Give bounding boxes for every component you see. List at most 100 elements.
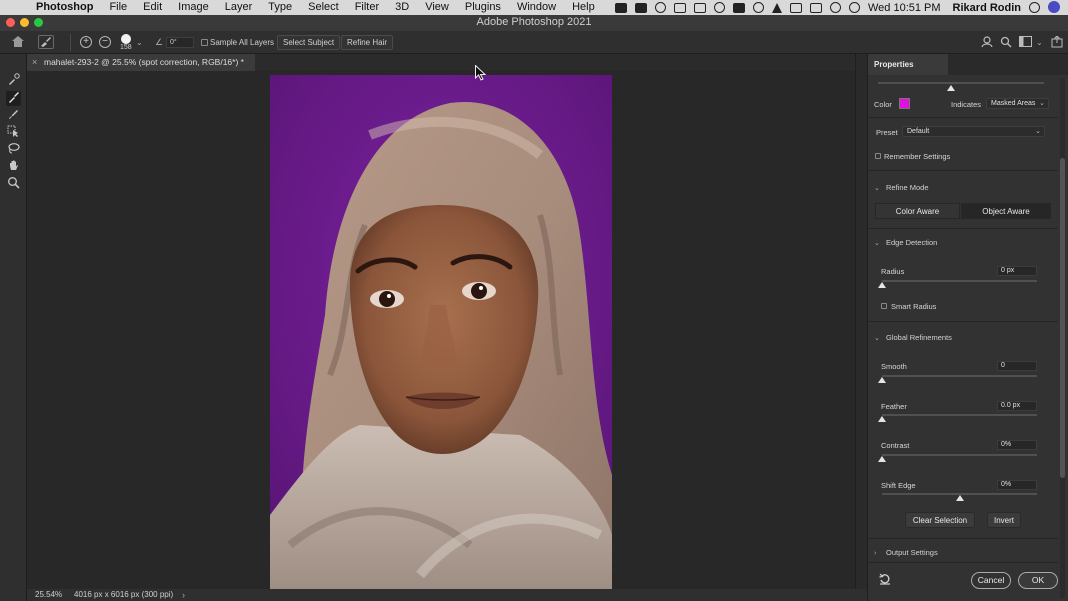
shift-edge-slider-knob[interactable]	[955, 495, 964, 501]
workspace-chevron-icon[interactable]: ⌄	[1036, 38, 1043, 47]
contrast-field[interactable]: 0%	[997, 440, 1037, 450]
refine-mode-header[interactable]: ⌄ Refine Mode	[874, 183, 929, 192]
menu-file[interactable]: File	[101, 0, 135, 15]
preset-dropdown[interactable]: Default ⌄	[902, 126, 1045, 137]
color-aware-button[interactable]: Color Aware	[875, 203, 960, 219]
smooth-slider-knob[interactable]	[878, 377, 886, 383]
screenshot-icon[interactable]	[673, 2, 686, 13]
menu-app-name[interactable]: Photoshop	[28, 0, 101, 15]
zoom-level[interactable]: 25.54%	[35, 589, 62, 601]
audio-icon[interactable]	[752, 2, 764, 13]
share-icon[interactable]	[981, 36, 993, 51]
indicates-dropdown[interactable]: Masked Areas ⌄	[986, 98, 1049, 109]
invert-button[interactable]: Invert	[987, 512, 1021, 528]
feather-field[interactable]: 0.0 px	[997, 401, 1037, 411]
properties-panel: Properties Color Indicates Masked Areas …	[867, 54, 1068, 601]
sync-icon[interactable]	[713, 2, 725, 13]
cancel-button[interactable]: Cancel	[971, 572, 1011, 589]
opacity-slider-knob[interactable]	[947, 85, 956, 91]
menu-plugins[interactable]: Plugins	[457, 0, 509, 15]
home-icon[interactable]	[12, 36, 24, 47]
smart-radius-checkbox[interactable]	[881, 303, 887, 309]
bookmark-icon[interactable]	[732, 2, 745, 13]
workspace-icon[interactable]	[1019, 36, 1032, 50]
menu-select[interactable]: Select	[300, 0, 347, 15]
radius-field[interactable]: 0 px	[997, 266, 1037, 276]
refine-hair-button[interactable]: Refine Hair	[341, 35, 394, 50]
edge-detection-header[interactable]: ⌄ Edge Detection	[874, 238, 937, 247]
radius-slider-knob[interactable]	[878, 282, 886, 288]
battery-icon[interactable]	[809, 2, 822, 13]
bluetooth-icon[interactable]	[789, 2, 802, 13]
object-aware-button[interactable]: Object Aware	[961, 203, 1051, 219]
creative-cloud-icon[interactable]	[654, 2, 666, 13]
canvas-area[interactable]	[27, 71, 855, 589]
clear-selection-button[interactable]: Clear Selection	[905, 512, 975, 528]
select-subject-button[interactable]: Select Subject	[277, 35, 341, 50]
sample-all-layers-label[interactable]: Sample All Layers	[210, 38, 274, 47]
remember-settings-label[interactable]: Remember Settings	[884, 152, 950, 161]
menu-edit[interactable]: Edit	[135, 0, 170, 15]
menubar-clock[interactable]: Wed 10:51 PM	[868, 2, 941, 14]
time-machine-icon[interactable]	[829, 2, 841, 13]
share-document-icon[interactable]	[1051, 35, 1063, 51]
menubar-user[interactable]: Rikard Rodin	[953, 2, 1021, 14]
volume-icon[interactable]	[771, 2, 782, 13]
display-icon[interactable]	[693, 2, 706, 13]
smart-radius-label[interactable]: Smart Radius	[891, 302, 936, 311]
siri-icon[interactable]	[1048, 1, 1060, 13]
search-icon[interactable]	[1000, 36, 1012, 51]
output-settings-header[interactable]: › Output Settings	[874, 548, 938, 557]
panel-scroll-thumb[interactable]	[1060, 158, 1065, 478]
wifi-icon[interactable]	[848, 2, 860, 13]
canvas-vertical-scrollbar[interactable]	[855, 54, 867, 589]
angle-field[interactable]: 0°	[166, 37, 194, 48]
feather-slider-knob[interactable]	[878, 416, 886, 422]
menu-3d[interactable]: 3D	[387, 0, 417, 15]
subtract-from-selection-icon[interactable]: −	[99, 36, 111, 48]
contrast-slider-track[interactable]	[882, 454, 1037, 456]
menu-help[interactable]: Help	[564, 0, 603, 15]
hand-tool-icon[interactable]	[6, 159, 21, 174]
menu-view[interactable]: View	[417, 0, 457, 15]
ok-button[interactable]: OK	[1018, 572, 1058, 589]
output-settings-title: Output Settings	[886, 548, 938, 557]
quick-selection-tool-icon[interactable]	[6, 73, 21, 88]
opacity-slider-track[interactable]	[878, 82, 1044, 84]
panel-scrollbar[interactable]	[1060, 78, 1065, 598]
dropbox-icon[interactable]	[634, 2, 647, 13]
global-refinements-header[interactable]: ⌄ Global Refinements	[874, 333, 952, 342]
properties-tab[interactable]: Properties	[868, 54, 948, 75]
feather-slider-track[interactable]	[882, 414, 1037, 416]
document-tab[interactable]: × mahalet-293-2 @ 25.5% (spot correction…	[27, 54, 255, 71]
brush-tip-icon[interactable]	[121, 34, 131, 44]
overlay-color-swatch[interactable]	[899, 98, 910, 109]
reset-icon[interactable]	[879, 573, 891, 587]
object-selection-tool-icon[interactable]	[6, 125, 21, 140]
menu-type[interactable]: Type	[260, 0, 300, 15]
menu-window[interactable]: Window	[509, 0, 564, 15]
status-app-icon[interactable]	[614, 2, 627, 13]
menu-layer[interactable]: Layer	[217, 0, 261, 15]
spotlight-icon[interactable]	[1029, 2, 1040, 13]
refine-edge-brush-tool-icon[interactable]	[6, 91, 21, 106]
lasso-tool-icon[interactable]	[6, 142, 21, 157]
brush-picker-chevron-icon[interactable]: ⌄	[136, 38, 143, 47]
sample-all-layers-checkbox[interactable]	[201, 39, 208, 46]
close-tab-icon[interactable]: ×	[32, 54, 37, 71]
brush-tool-icon[interactable]	[6, 108, 21, 123]
left-toolbar	[0, 54, 27, 601]
shift-edge-field[interactable]: 0%	[997, 480, 1037, 490]
remember-settings-checkbox[interactable]	[875, 153, 881, 159]
radius-slider-track[interactable]	[882, 280, 1037, 282]
document-image[interactable]	[270, 75, 612, 589]
menu-filter[interactable]: Filter	[347, 0, 387, 15]
menu-image[interactable]: Image	[170, 0, 217, 15]
add-to-selection-icon[interactable]: +	[80, 36, 92, 48]
smooth-slider-track[interactable]	[882, 375, 1037, 377]
status-info-chevron-icon[interactable]: ›	[182, 589, 185, 601]
tool-preset-picker[interactable]	[38, 35, 54, 49]
zoom-tool-icon[interactable]	[6, 176, 21, 191]
contrast-slider-knob[interactable]	[878, 456, 886, 462]
smooth-field[interactable]: 0	[997, 361, 1037, 371]
